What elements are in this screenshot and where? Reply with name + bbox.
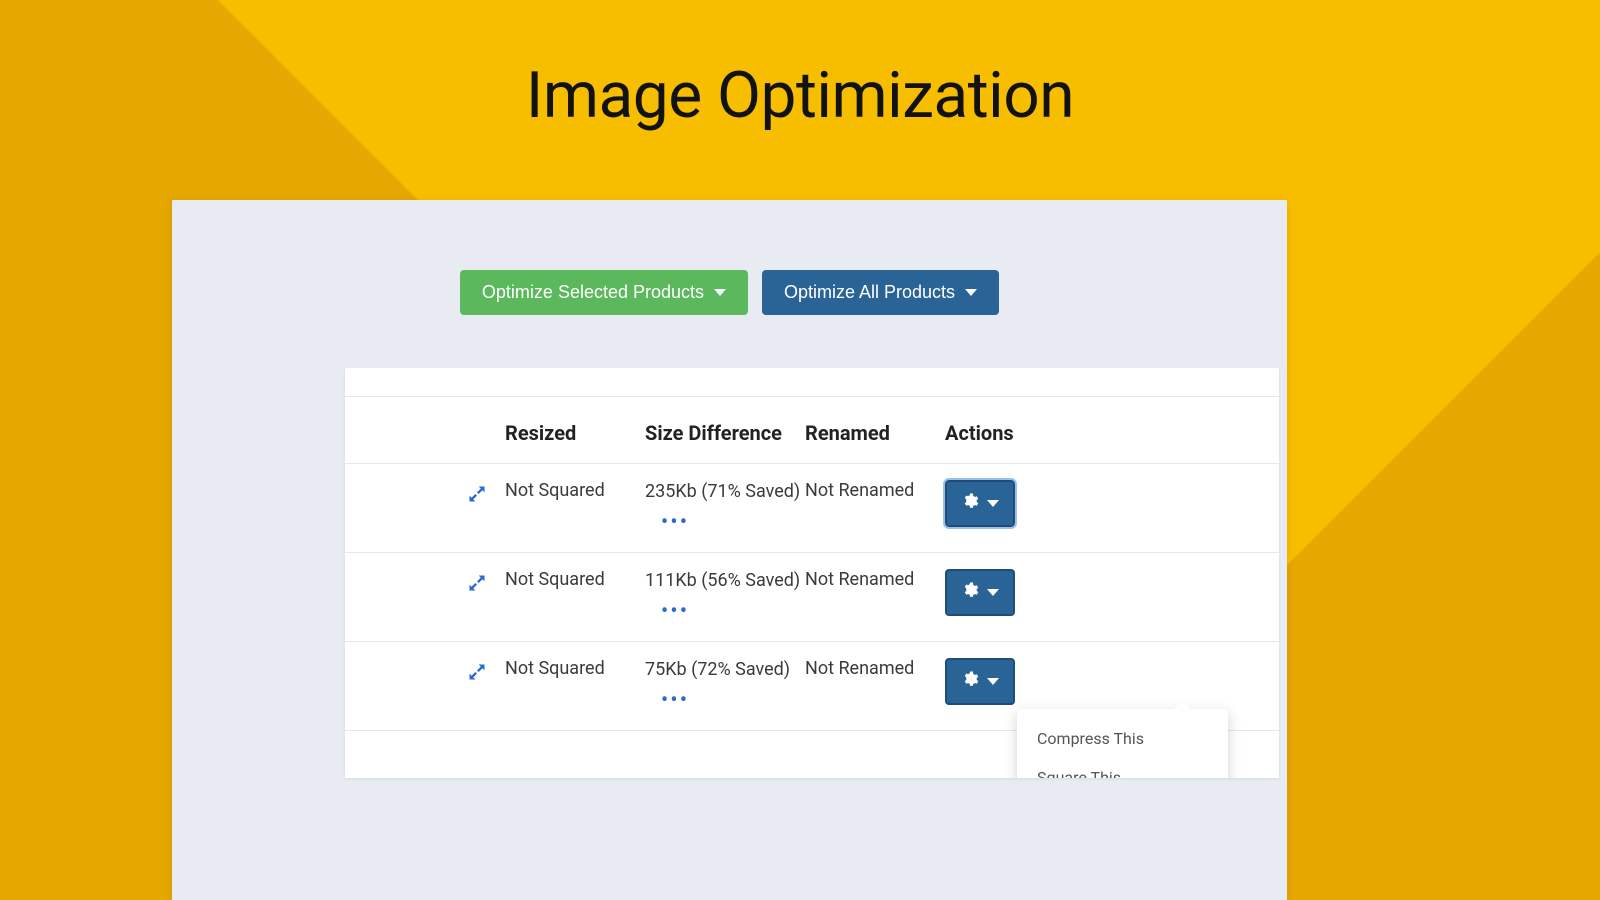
caret-down-icon — [987, 500, 999, 507]
optimize-selected-button[interactable]: Optimize Selected Products — [460, 270, 748, 315]
actions-dropdown: Compress This Square This Compress & Squ… — [1017, 709, 1228, 778]
optimize-selected-label: Optimize Selected Products — [482, 282, 704, 303]
table-row: Not Squared 235Kb (71% Saved) ••• Not Re… — [345, 464, 1279, 553]
table-card: Resized Size Difference Renamed Actions … — [345, 368, 1279, 778]
caret-down-icon — [965, 289, 977, 296]
expand-arrows-icon[interactable] — [467, 484, 487, 504]
optimize-all-label: Optimize All Products — [784, 282, 955, 303]
cell-size-diff: 235Kb (71% Saved) — [645, 481, 800, 502]
table-row: Not Squared 111Kb (56% Saved) ••• Not Re… — [345, 553, 1279, 642]
cell-resized: Not Squared — [505, 569, 645, 590]
cell-resized: Not Squared — [505, 658, 645, 679]
expand-arrows-icon[interactable] — [467, 662, 487, 682]
caret-down-icon — [987, 678, 999, 685]
cell-renamed: Not Renamed — [805, 569, 945, 590]
caret-down-icon — [987, 589, 999, 596]
col-resized: Resized — [505, 421, 645, 445]
more-icon[interactable]: ••• — [645, 597, 705, 627]
row-action-button[interactable] — [945, 658, 1015, 705]
cell-renamed: Not Renamed — [805, 658, 945, 679]
table-header: Resized Size Difference Renamed Actions — [345, 396, 1279, 464]
more-icon[interactable]: ••• — [645, 508, 705, 538]
app-frame: Optimize Selected Products Optimize All … — [172, 200, 1287, 900]
col-actions: Actions — [945, 421, 1065, 445]
page-title: Image Optimization — [0, 58, 1600, 133]
cell-size-diff: 111Kb (56% Saved) — [645, 570, 800, 591]
expand-arrows-icon[interactable] — [467, 573, 487, 593]
caret-down-icon — [714, 289, 726, 296]
optimize-all-button[interactable]: Optimize All Products — [762, 270, 999, 315]
row-action-button[interactable] — [945, 569, 1015, 616]
col-size-diff: Size Difference — [645, 421, 805, 445]
col-renamed: Renamed — [805, 421, 945, 445]
gear-icon — [961, 670, 979, 693]
dropdown-square[interactable]: Square This — [1017, 758, 1228, 778]
more-icon[interactable]: ••• — [645, 686, 705, 716]
dropdown-compress[interactable]: Compress This — [1017, 719, 1228, 758]
top-button-row: Optimize Selected Products Optimize All … — [172, 270, 1287, 315]
stage: Image Optimization Optimize Selected Pro… — [0, 0, 1600, 900]
cell-resized: Not Squared — [505, 480, 645, 501]
cell-renamed: Not Renamed — [805, 480, 945, 501]
gear-icon — [961, 581, 979, 604]
cell-size-diff: 75Kb (72% Saved) — [645, 659, 790, 680]
row-action-button[interactable] — [945, 480, 1015, 527]
gear-icon — [961, 492, 979, 515]
